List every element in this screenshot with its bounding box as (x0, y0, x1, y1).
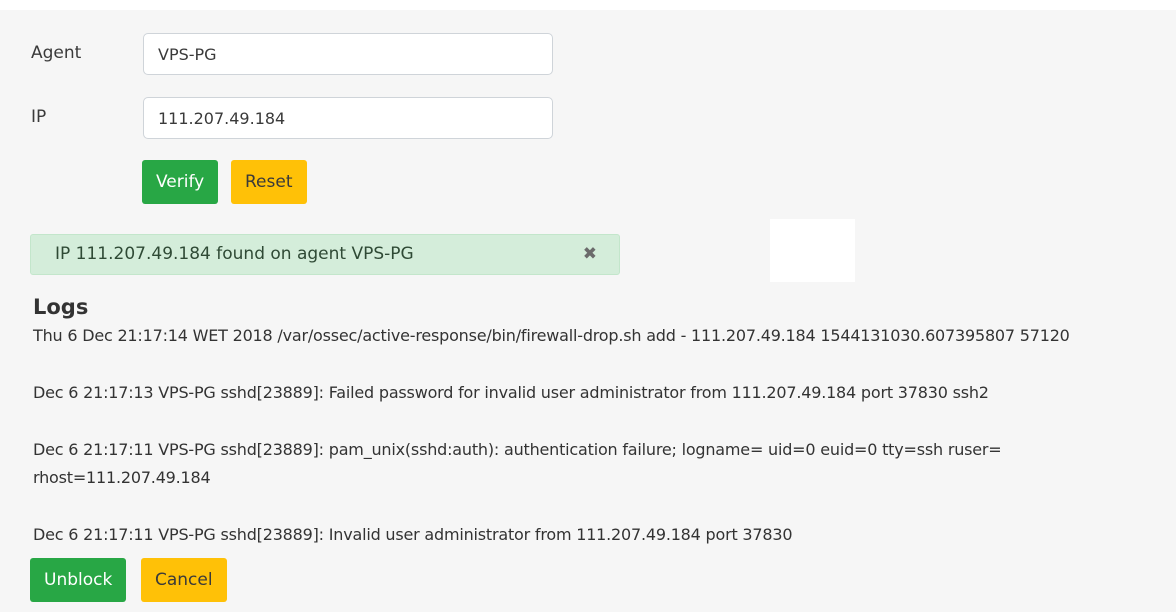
alert-message: IP 111.207.49.184 found on agent VPS-PG (55, 244, 414, 264)
success-alert: IP 111.207.49.184 found on agent VPS-PG … (30, 234, 620, 275)
log-entry: Dec 6 21:17:11 VPS-PG sshd[23889]: Inval… (33, 525, 793, 544)
cancel-button[interactable]: Cancel (141, 558, 227, 602)
agent-input[interactable] (143, 33, 553, 75)
log-entry: Dec 6 21:17:13 VPS-PG sshd[23889]: Faile… (33, 383, 989, 402)
log-entry: Dec 6 21:17:11 VPS-PG sshd[23889]: pam_u… (33, 440, 1002, 487)
ip-label: IP (31, 107, 47, 127)
agent-label: Agent (31, 43, 82, 63)
logs-heading: Logs (33, 295, 89, 319)
close-icon[interactable]: ✖ (583, 235, 597, 274)
ip-input[interactable] (143, 97, 553, 139)
blank-area (770, 219, 855, 282)
log-entry: Thu 6 Dec 21:17:14 WET 2018 /var/ossec/a… (33, 326, 1070, 345)
ip-unblock-panel: Agent IP Verify Reset IP 111.207.49.184 … (0, 10, 1176, 612)
unblock-button[interactable]: Unblock (30, 558, 127, 602)
reset-button[interactable]: Reset (231, 160, 307, 204)
verify-button[interactable]: Verify (142, 160, 219, 204)
